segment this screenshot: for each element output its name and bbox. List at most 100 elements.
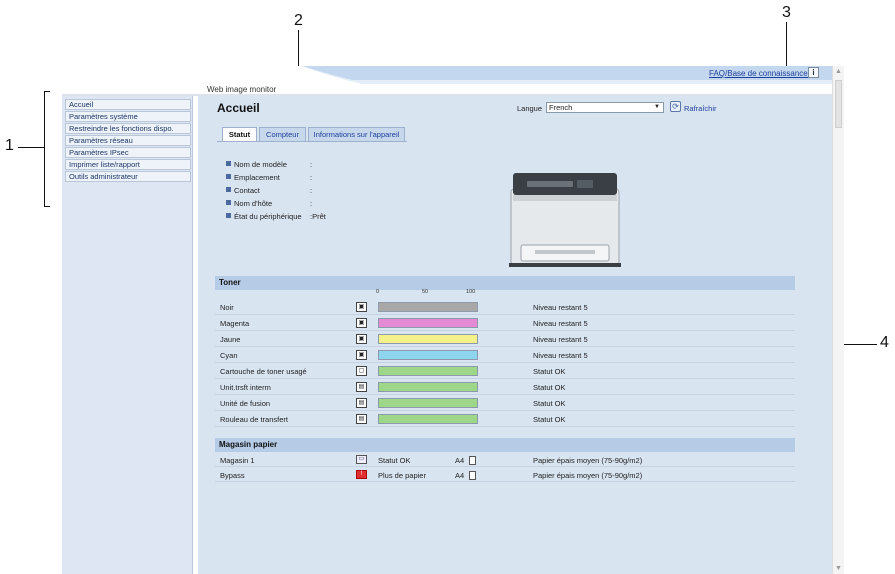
- tray-paper-size: A4: [455, 471, 465, 480]
- refresh-icon[interactable]: ⟳: [670, 101, 681, 112]
- unit-icon: ▤: [356, 398, 367, 408]
- vertical-scrollbar[interactable]: ▲ ▼: [832, 66, 844, 574]
- toner-level-bar: [378, 350, 478, 360]
- toner-status: Statut OK: [533, 367, 566, 376]
- toner-row: Cyan ▣ Niveau restant 5: [215, 348, 795, 363]
- tray-row: Magasin 1 ▭ Statut OK A4 Papier épais mo…: [215, 453, 795, 467]
- toner-level-bar: [378, 398, 478, 408]
- toner-level-fill: [379, 399, 477, 407]
- toner-level-bar: [378, 318, 478, 328]
- paper-out-icon: !: [356, 470, 367, 479]
- callout-4: 4: [880, 334, 889, 351]
- tab-counter[interactable]: Compteur: [259, 127, 306, 142]
- info-contact-value: :: [310, 186, 313, 195]
- callout-1: 1: [5, 137, 14, 154]
- toner-level-fill: [379, 351, 477, 359]
- chevron-down-icon: ▼: [654, 104, 660, 110]
- callout-1-bracket-bottom: [44, 206, 50, 207]
- tab-device-info[interactable]: Informations sur l'appareil: [308, 127, 405, 142]
- toner-status: Niveau restant 5: [533, 351, 588, 360]
- toner-level-bar: [378, 382, 478, 392]
- toner-level-bar: [378, 414, 478, 424]
- language-select[interactable]: French ▼: [546, 102, 664, 113]
- tab-status[interactable]: Statut: [222, 127, 257, 142]
- toner-status: Statut OK: [533, 415, 566, 424]
- sidebar-item-admin-tools[interactable]: Outils administrateur: [65, 171, 191, 182]
- toner-section-header: Toner: [215, 276, 795, 290]
- sidebar-item-accueil[interactable]: Accueil: [65, 99, 191, 110]
- help-info-icon[interactable]: i: [808, 67, 819, 78]
- sidebar-item-ipsec-settings[interactable]: Paramètres IPsec: [65, 147, 191, 158]
- faq-link[interactable]: FAQ/Base de connaissances: [709, 69, 812, 78]
- toner-row: Unit.trsft interm ▤ Statut OK: [215, 380, 795, 395]
- toner-name: Cartouche de toner usagé: [220, 367, 307, 376]
- tray-paper-type: Papier épais moyen (75-90g/m2): [533, 471, 643, 480]
- toner-name: Noir: [220, 303, 234, 312]
- scroll-thumb[interactable]: [835, 80, 842, 128]
- toner-name: Jaune: [220, 335, 241, 344]
- tray-status: Statut OK: [378, 456, 411, 465]
- refresh-button[interactable]: Rafraîchir: [684, 104, 717, 113]
- info-model-name: Nom de modèle :: [226, 160, 312, 169]
- toner-status: Statut OK: [533, 383, 566, 392]
- tray-row: Bypass ! Plus de papier A4 Papier épais …: [215, 468, 795, 482]
- toner-row: Unité de fusion ▤ Statut OK: [215, 396, 795, 411]
- unit-icon: ▤: [356, 382, 367, 392]
- toner-cartridge-icon: ▣: [356, 334, 367, 344]
- info-device-state-value: :Prêt: [310, 212, 326, 221]
- toner-row: Jaune ▣ Niveau restant 5: [215, 332, 795, 347]
- info-model-value: :: [310, 160, 313, 169]
- printer-image: [509, 173, 621, 267]
- toner-level-bar: [378, 334, 478, 344]
- toner-cartridge-icon: ▣: [356, 350, 367, 360]
- scale-label-100: 100: [466, 289, 476, 295]
- callout-1-bracket-top: [44, 91, 50, 92]
- info-hostname: Nom d'hôte :: [226, 199, 312, 208]
- info-location-value: :: [310, 173, 313, 182]
- toner-cartridge-icon: ▣: [356, 318, 367, 328]
- toner-level-fill: [379, 335, 477, 343]
- bullet-icon: [226, 187, 231, 192]
- toner-row: Cartouche de toner usagé ▢ Statut OK: [215, 364, 795, 379]
- sidebar-item-system-settings[interactable]: Paramètres système: [65, 111, 191, 122]
- page-title: Accueil: [217, 101, 260, 115]
- callout-2: 2: [294, 12, 303, 29]
- toner-level-bar: [378, 366, 478, 376]
- toner-status: Niveau restant 5: [533, 303, 588, 312]
- toner-row: Rouleau de transfert ▤ Statut OK: [215, 412, 795, 427]
- language-select-value: French: [549, 103, 573, 112]
- toner-row: Noir ▣ Niveau restant 5: [215, 300, 795, 315]
- toner-name: Unité de fusion: [220, 399, 271, 408]
- info-contact: Contact :: [226, 186, 312, 195]
- tray-name: Magasin 1: [220, 456, 255, 465]
- info-location: Emplacement :: [226, 173, 312, 182]
- tray-status: Plus de papier: [378, 471, 426, 480]
- toner-name: Magenta: [220, 319, 250, 328]
- sidebar-item-restrict-functions[interactable]: Restreindre les fonctions dispo.: [65, 123, 191, 134]
- callout-1-bracket: [44, 91, 45, 207]
- tab-rail: [217, 141, 407, 142]
- unit-icon: ▤: [356, 414, 367, 424]
- toner-status: Niveau restant 5: [533, 335, 588, 344]
- language-label: Langue: [517, 104, 543, 113]
- tray-name: Bypass: [220, 471, 245, 480]
- paper-sheet-icon: [469, 471, 476, 480]
- scroll-down-icon[interactable]: ▼: [835, 565, 842, 572]
- scroll-up-icon[interactable]: ▲: [835, 68, 842, 75]
- sidebar-item-print-list-report[interactable]: Imprimer liste/rapport: [65, 159, 191, 170]
- info-hostname-value: :: [310, 199, 313, 208]
- tray-paper-type: Papier épais moyen (75-90g/m2): [533, 456, 643, 465]
- info-device-state: État du périphérique :Prêt: [226, 212, 326, 221]
- scale-label-0: 0: [376, 289, 380, 295]
- paper-sheet-icon: [469, 456, 476, 465]
- web-image-monitor-title: Web image monitor: [207, 85, 277, 94]
- bullet-icon: [226, 161, 231, 166]
- bullet-icon: [226, 200, 231, 205]
- paper-tray-icon: ▭: [356, 455, 367, 464]
- callout-3: 3: [782, 4, 791, 21]
- toner-level-fill: [379, 303, 477, 311]
- toner-name: Unit.trsft interm: [220, 383, 271, 392]
- toner-level-bar: [378, 302, 478, 312]
- toner-level-fill: [379, 383, 477, 391]
- sidebar-item-network-settings[interactable]: Paramètres réseau: [65, 135, 191, 146]
